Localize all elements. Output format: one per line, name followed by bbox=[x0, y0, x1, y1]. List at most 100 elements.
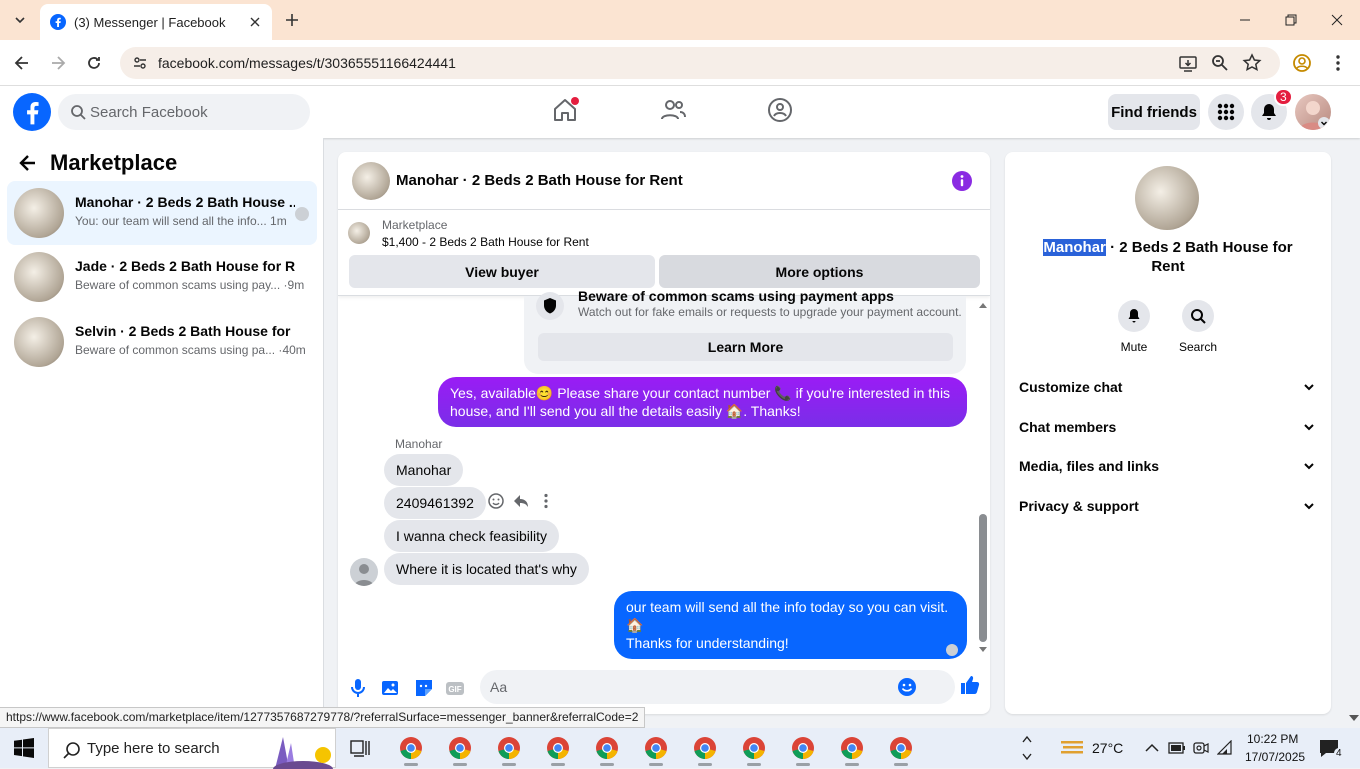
default-avatar-icon bbox=[354, 564, 374, 586]
conversation-item[interactable]: Manohar · 2 Beds 2 Bath House ... You: o… bbox=[7, 181, 317, 245]
browser-tab-bar: (3) Messenger | Facebook bbox=[0, 0, 1360, 40]
scrollbar-thumb[interactable] bbox=[979, 514, 987, 642]
chat-thumbnail[interactable] bbox=[352, 162, 390, 200]
chat-title[interactable]: Manohar · 2 Beds 2 Bath House for Rent bbox=[396, 172, 683, 189]
camera-icon[interactable] bbox=[1193, 740, 1209, 756]
groups-icon[interactable] bbox=[766, 96, 794, 124]
chevron-down-icon bbox=[1304, 424, 1314, 431]
browser-toolbar: facebook.com/messages/t/3036555116642444… bbox=[0, 40, 1360, 86]
search-label: Search bbox=[1178, 340, 1218, 354]
search-in-chat-button[interactable]: Search bbox=[1168, 300, 1228, 354]
chrome-taskbar-icon[interactable] bbox=[497, 736, 521, 766]
weather-icon[interactable] bbox=[1059, 737, 1085, 759]
react-emoji-icon[interactable] bbox=[487, 492, 505, 510]
browser-tab[interactable]: (3) Messenger | Facebook bbox=[40, 4, 272, 40]
sender-avatar[interactable] bbox=[350, 558, 378, 586]
customize-chat-section[interactable]: Customize chat bbox=[1019, 375, 1319, 399]
browser-menu-icon[interactable] bbox=[1328, 53, 1348, 73]
chevron-down-icon bbox=[1304, 503, 1314, 510]
chrome-taskbar-icon[interactable] bbox=[448, 736, 472, 766]
clock-date[interactable]: 17/07/2025 bbox=[1245, 750, 1305, 764]
photo-icon[interactable] bbox=[380, 677, 402, 699]
chat-members-section[interactable]: Chat members bbox=[1019, 415, 1319, 439]
task-view-icon[interactable] bbox=[350, 738, 370, 758]
page-scroll-down-icon[interactable] bbox=[1349, 714, 1359, 722]
sticker-icon[interactable] bbox=[413, 677, 435, 699]
find-friends-button[interactable]: Find friends bbox=[1108, 94, 1200, 130]
selected-name-text[interactable]: Manohar bbox=[1043, 239, 1106, 256]
scroll-up-icon[interactable] bbox=[979, 302, 987, 308]
facebook-search-input[interactable]: Search Facebook bbox=[58, 94, 310, 130]
listing-title[interactable]: $1,400 - 2 Beds 2 Bath House for Rent bbox=[382, 235, 589, 249]
battery-icon[interactable] bbox=[1168, 741, 1186, 755]
chrome-taskbar-icon[interactable] bbox=[742, 736, 766, 766]
listing-thumbnail[interactable] bbox=[348, 222, 370, 244]
install-app-icon[interactable] bbox=[1178, 53, 1198, 73]
conversation-item[interactable]: Selvin · 2 Beds 2 Bath House for R... Be… bbox=[7, 310, 317, 374]
scroll-down-icon[interactable] bbox=[979, 647, 987, 653]
minimize-button[interactable] bbox=[1222, 0, 1268, 40]
reload-icon[interactable] bbox=[84, 53, 104, 73]
taskbar-overflow-icon[interactable] bbox=[1021, 730, 1033, 766]
more-actions-icon[interactable] bbox=[537, 492, 555, 510]
address-bar[interactable]: facebook.com/messages/t/3036555116642444… bbox=[120, 47, 1280, 79]
weather-temperature[interactable]: 27°C bbox=[1092, 740, 1123, 756]
chrome-taskbar-icon[interactable] bbox=[546, 736, 570, 766]
message-bubble-incoming[interactable]: Manohar bbox=[384, 454, 464, 486]
tab-search-button[interactable] bbox=[8, 8, 32, 32]
message-bubble-incoming[interactable]: 2409461392 bbox=[384, 487, 486, 519]
wifi-icon[interactable] bbox=[1217, 740, 1233, 756]
chrome-taskbar-icon[interactable] bbox=[791, 736, 815, 766]
chrome-taskbar-icon[interactable] bbox=[595, 736, 619, 766]
thumbs-up-icon[interactable] bbox=[959, 674, 981, 696]
tab-close-icon[interactable] bbox=[246, 13, 264, 31]
menu-button[interactable] bbox=[1208, 94, 1244, 130]
account-avatar[interactable] bbox=[1295, 94, 1331, 130]
gif-icon[interactable]: GIF bbox=[444, 677, 466, 699]
message-input[interactable]: Aa bbox=[480, 670, 955, 704]
back-arrow-icon[interactable] bbox=[12, 53, 32, 73]
chrome-taskbar-icon[interactable] bbox=[889, 736, 913, 766]
close-window-button[interactable] bbox=[1314, 0, 1360, 40]
message-bubble-incoming[interactable]: I wanna check feasibility bbox=[384, 520, 559, 552]
maximize-button[interactable] bbox=[1268, 0, 1314, 40]
learn-more-button[interactable]: Learn More bbox=[538, 333, 953, 361]
emoji-icon[interactable] bbox=[897, 677, 917, 697]
facebook-logo-icon[interactable] bbox=[13, 93, 51, 131]
listing-avatar[interactable] bbox=[1135, 166, 1199, 230]
back-arrow-icon[interactable] bbox=[18, 153, 38, 173]
chat-scrollbar[interactable] bbox=[979, 302, 987, 653]
conversation-item[interactable]: Jade · 2 Beds 2 Bath House for Rent Bewa… bbox=[7, 245, 317, 309]
chrome-taskbar-icon[interactable] bbox=[840, 736, 864, 766]
conversation-name: Jade · 2 Beds 2 Bath House for Rent bbox=[75, 258, 295, 274]
message-bubble-outgoing[interactable]: Yes, available😊 Please share your contac… bbox=[438, 377, 967, 427]
site-info-icon[interactable] bbox=[132, 55, 148, 71]
more-options-button[interactable]: More options bbox=[659, 255, 980, 288]
privacy-support-section[interactable]: Privacy & support bbox=[1019, 494, 1319, 518]
reply-icon[interactable] bbox=[512, 492, 530, 510]
bookmark-star-icon[interactable] bbox=[1242, 53, 1262, 73]
message-bubble-incoming[interactable]: Where it is located that's why bbox=[384, 553, 589, 585]
zoom-icon[interactable] bbox=[1210, 53, 1230, 73]
chat-panel: Manohar · 2 Beds 2 Bath House for Rent M… bbox=[338, 152, 990, 714]
message-bubble-outgoing[interactable]: our team will send all the info today so… bbox=[614, 591, 967, 659]
mute-button[interactable]: Mute bbox=[1104, 300, 1164, 354]
tray-chevron-up-icon[interactable] bbox=[1145, 742, 1159, 754]
conversation-time: 40m bbox=[282, 343, 306, 357]
windows-start-icon[interactable] bbox=[14, 738, 34, 758]
chrome-taskbar-icon[interactable] bbox=[399, 736, 423, 766]
bell-icon bbox=[1128, 309, 1140, 323]
taskbar-search-input[interactable]: Type here to search bbox=[48, 728, 336, 769]
forward-arrow-icon[interactable] bbox=[48, 53, 68, 73]
chrome-taskbar-icon[interactable] bbox=[644, 736, 668, 766]
new-tab-icon[interactable] bbox=[282, 10, 302, 30]
view-buyer-button[interactable]: View buyer bbox=[349, 255, 655, 288]
friends-icon[interactable] bbox=[659, 96, 687, 124]
media-files-links-section[interactable]: Media, files and links bbox=[1019, 454, 1319, 478]
search-icon bbox=[1191, 309, 1206, 324]
clock-time[interactable]: 10:22 PM bbox=[1247, 732, 1298, 746]
microphone-icon[interactable] bbox=[347, 677, 369, 699]
profile-icon[interactable] bbox=[1292, 53, 1312, 73]
info-icon[interactable] bbox=[952, 171, 972, 191]
chrome-taskbar-icon[interactable] bbox=[693, 736, 717, 766]
